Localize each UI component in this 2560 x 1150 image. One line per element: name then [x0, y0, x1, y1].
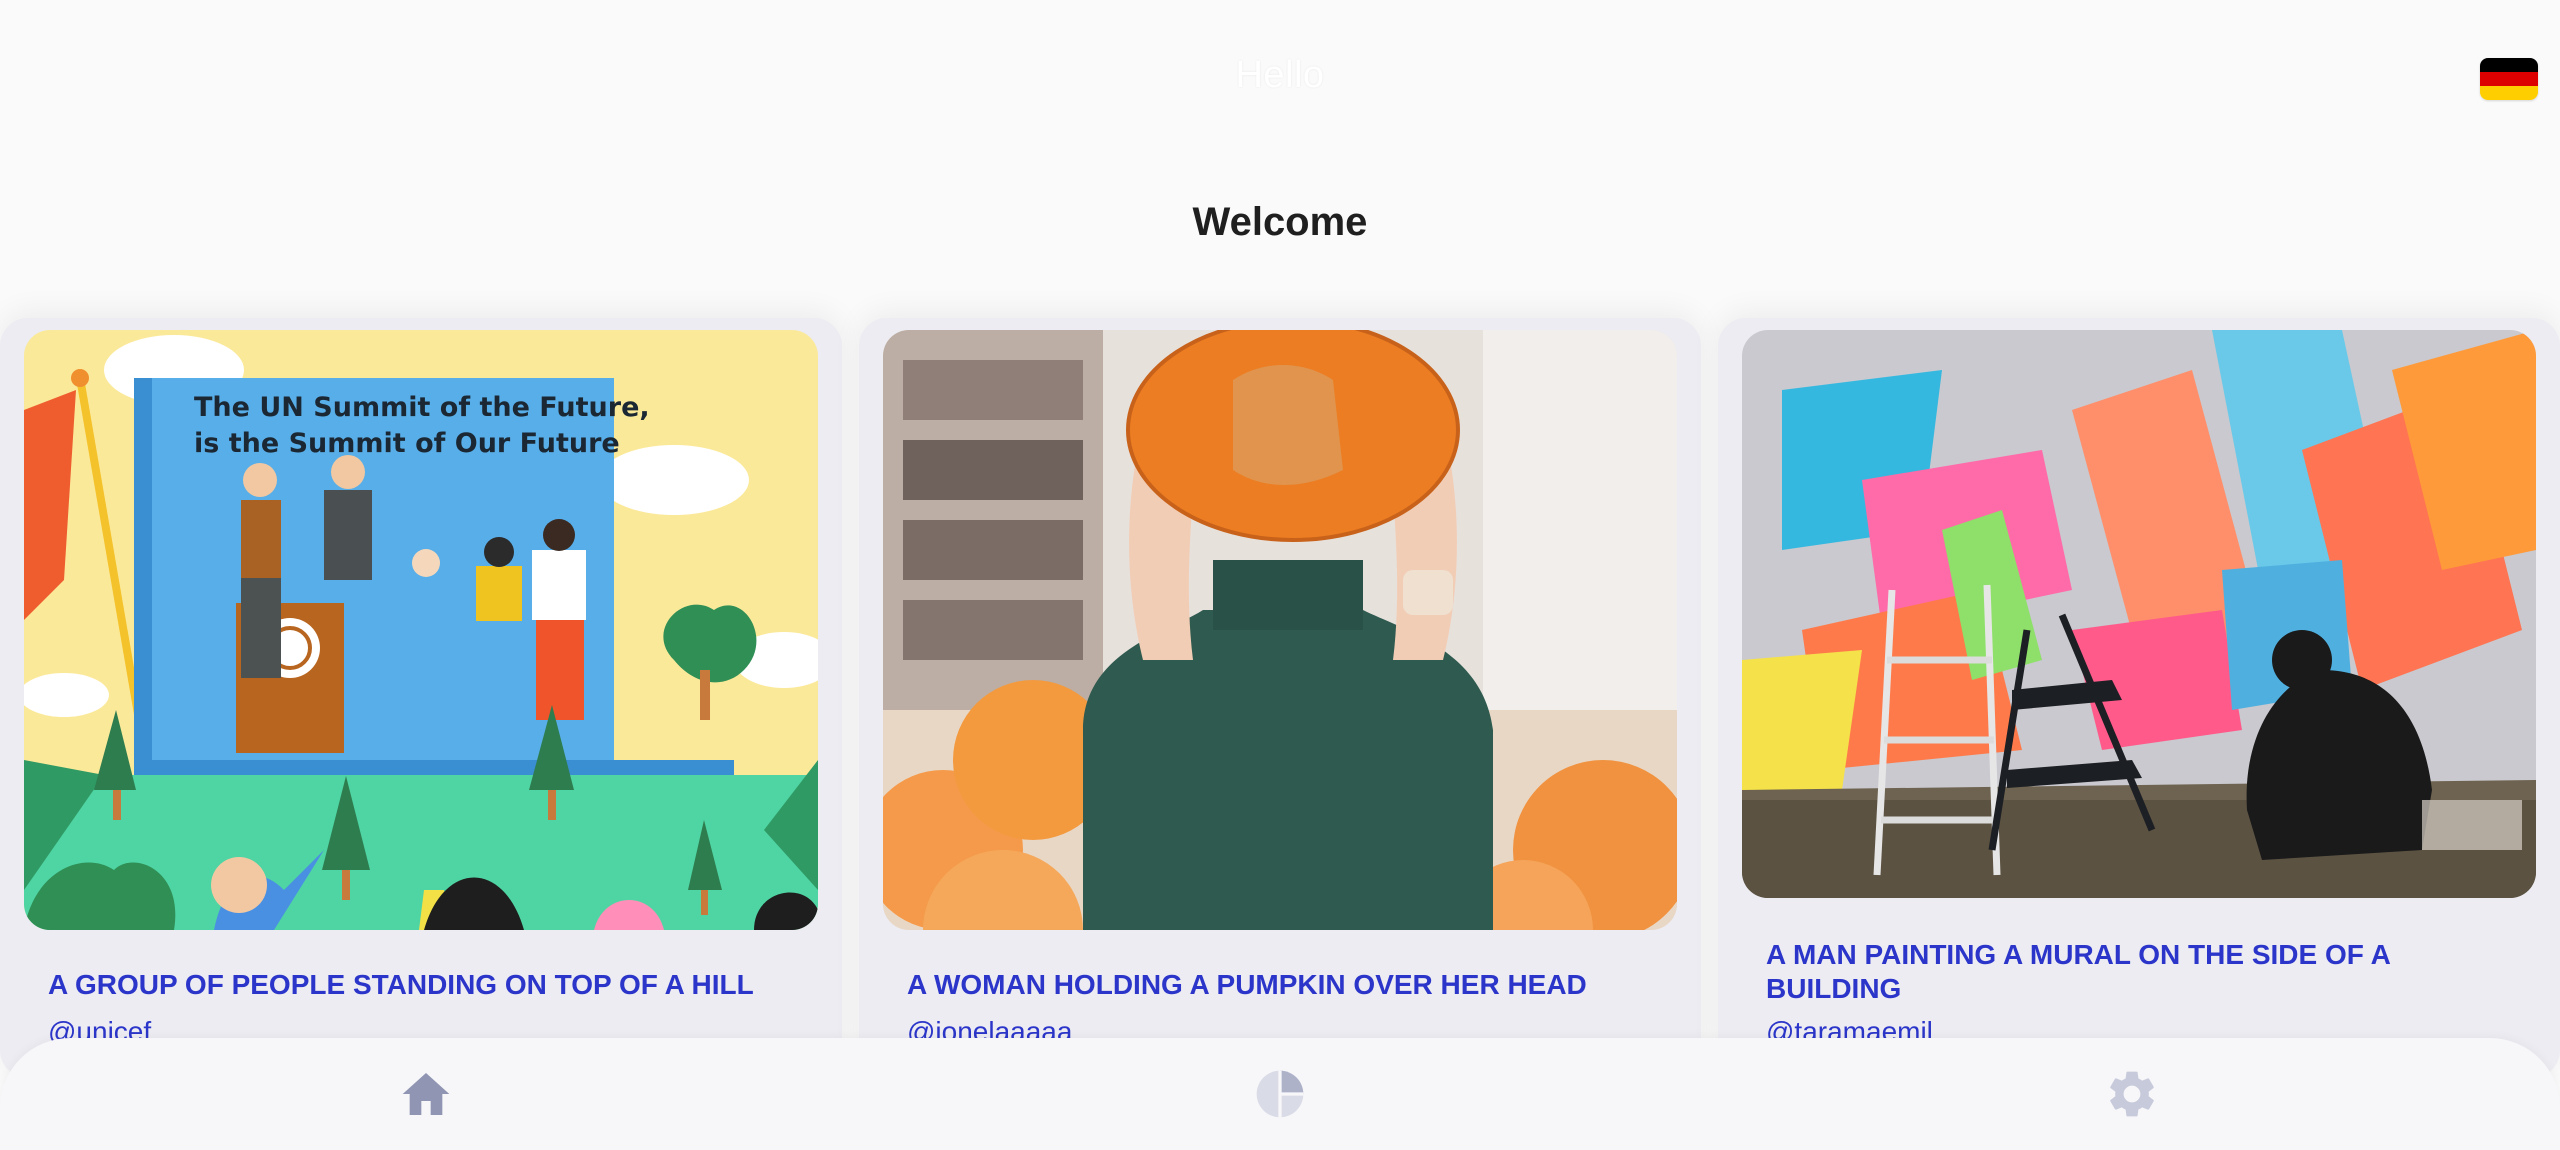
app-screen: Hello Welcome The UN Summit of the Futur… [0, 0, 2560, 1150]
german-flag-icon[interactable] [2480, 58, 2538, 100]
photo-card[interactable]: A MAN PAINTING A MURAL ON THE SIDE OF A … [1718, 318, 2560, 1078]
card-title[interactable]: A MAN PAINTING A MURAL ON THE SIDE OF A … [1766, 938, 2512, 1006]
bottom-navigation [0, 1038, 2560, 1150]
home-icon[interactable] [398, 1066, 454, 1122]
card-image-photo [1742, 330, 2536, 898]
card-image-text-line2: is the Summit of Our Future [194, 428, 620, 459]
card-title[interactable]: A WOMAN HOLDING A PUMPKIN OVER HER HEAD [907, 968, 1653, 1002]
page-title: Welcome [1192, 200, 1368, 244]
card-image-text-line1: The UN Summit of the Future, [194, 392, 650, 423]
card-image-illustration: The UN Summit of the Future, is the Summ… [24, 330, 818, 930]
header-title: Hello [1235, 54, 1325, 96]
gear-icon[interactable] [2104, 1066, 2160, 1122]
card-title[interactable]: A GROUP OF PEOPLE STANDING ON TOP OF A H… [48, 968, 794, 1002]
photo-card[interactable]: A WOMAN HOLDING A PUMPKIN OVER HER HEAD … [859, 318, 1701, 1078]
photo-card[interactable]: The UN Summit of the Future, is the Summ… [0, 318, 842, 1078]
card-image-photo [883, 330, 1677, 930]
chart-pie-icon[interactable] [1252, 1066, 1308, 1122]
